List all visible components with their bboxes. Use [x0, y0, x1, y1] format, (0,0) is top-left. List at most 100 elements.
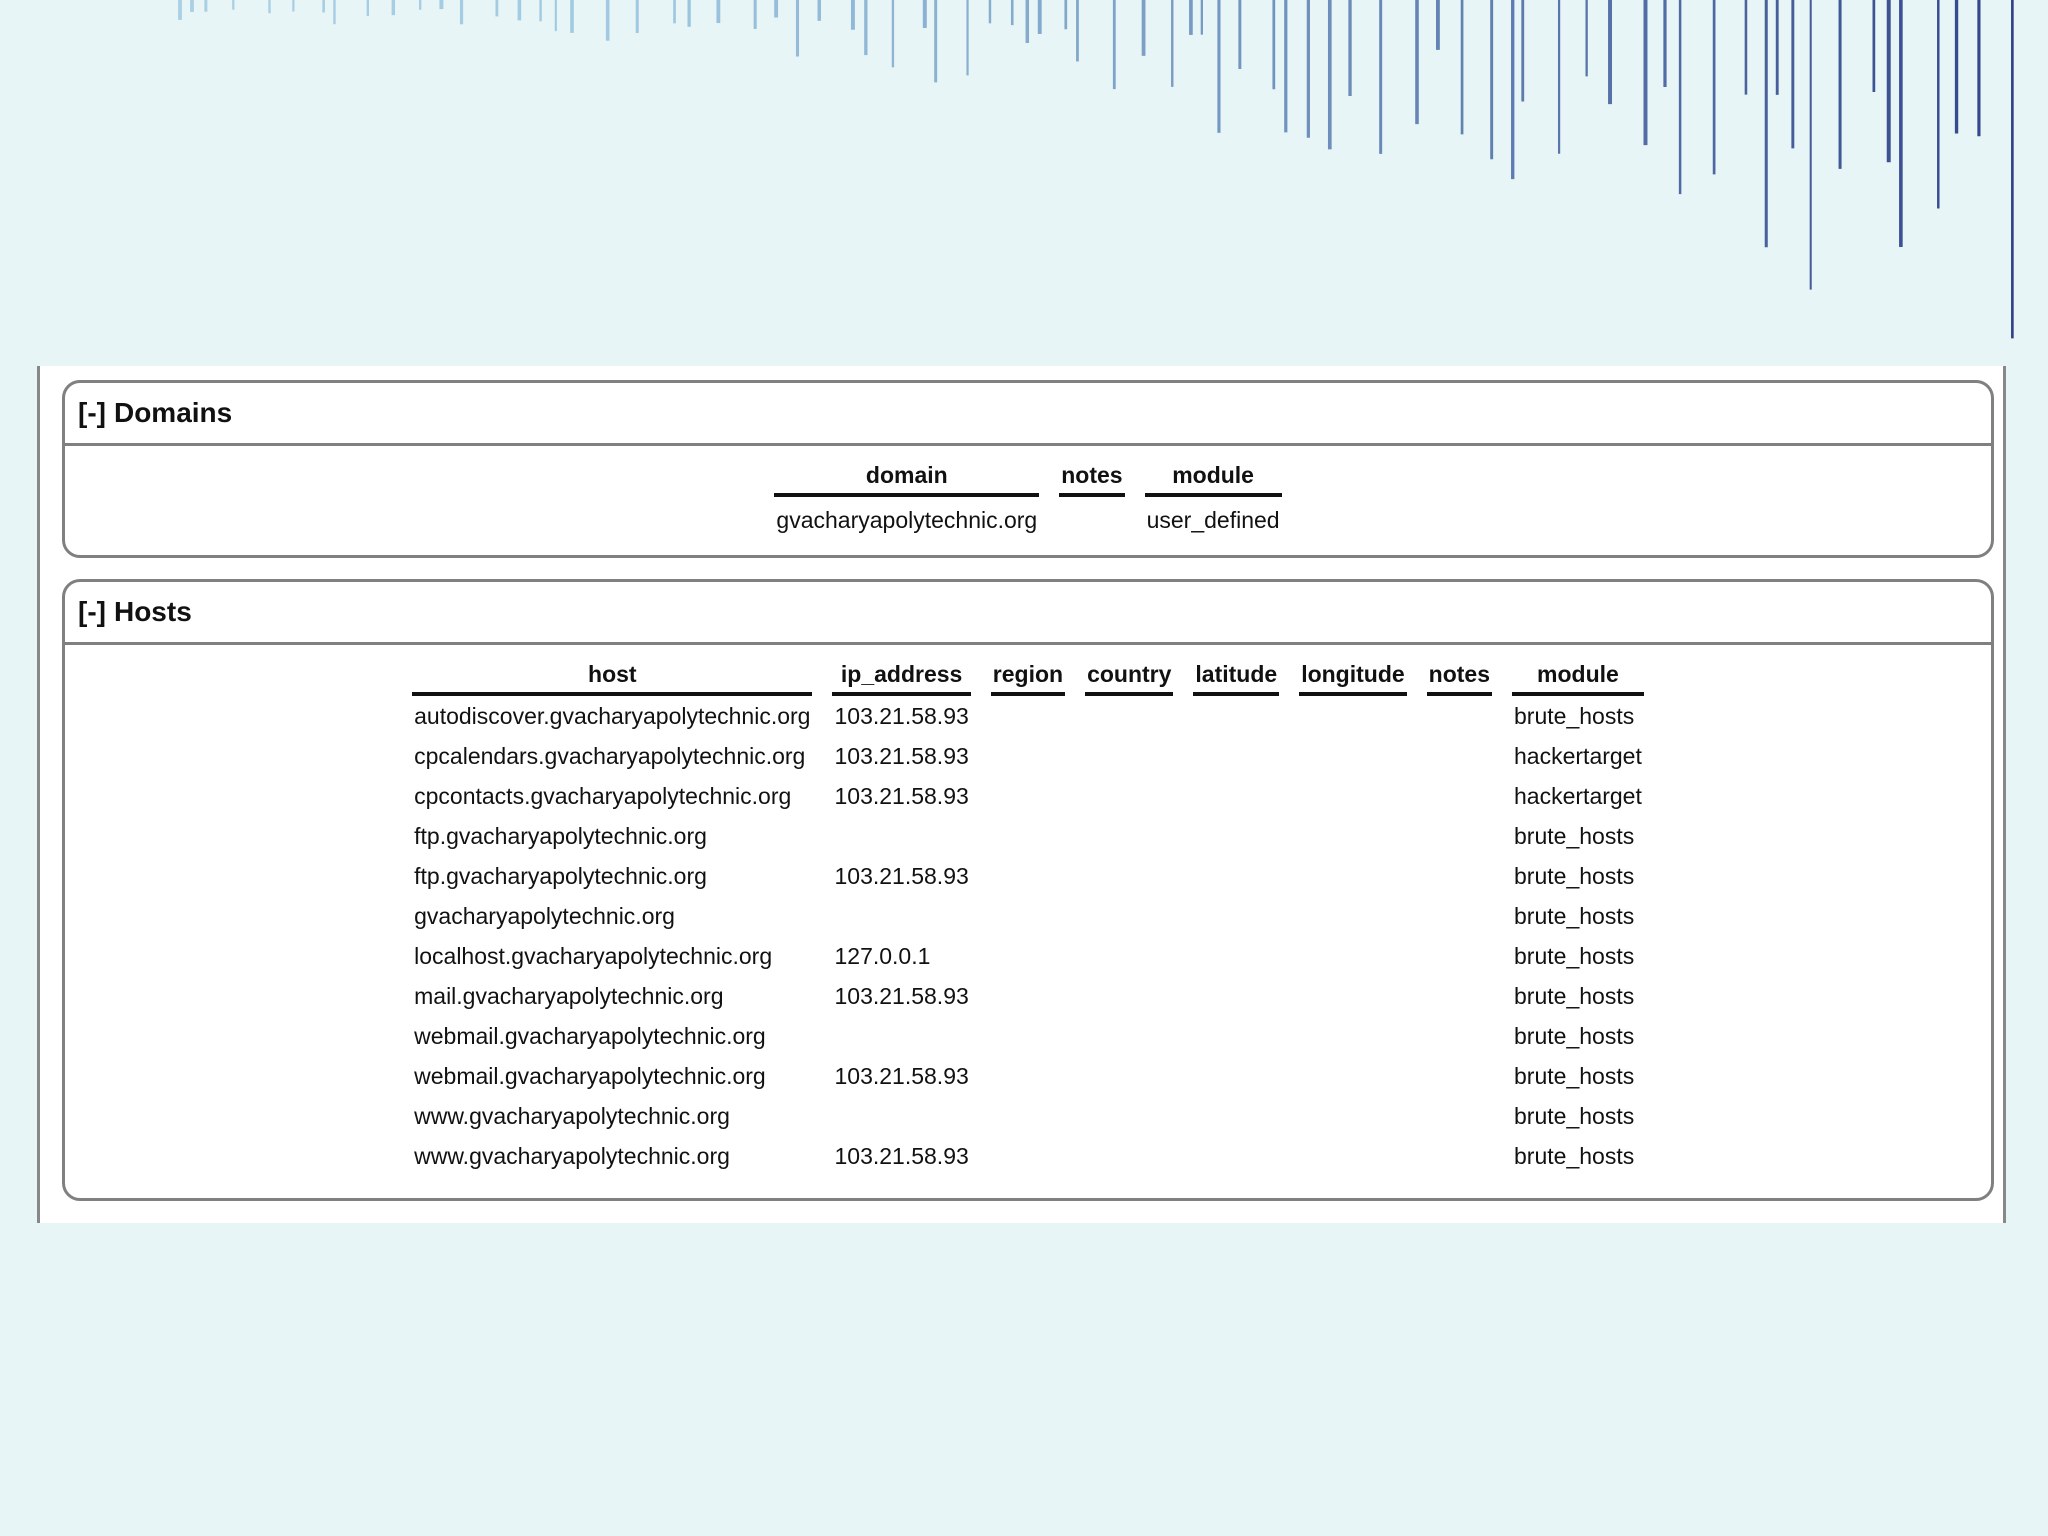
hosts-toggle-button[interactable]: [-] — [78, 596, 106, 628]
report-container: [-] Domains domain notes module gvachary… — [37, 366, 2006, 1223]
latitude-cell — [1193, 776, 1279, 816]
hosts-body: host ip_address region country latitude … — [65, 645, 1991, 1176]
table-header-row: domain notes module — [774, 460, 1282, 497]
country-cell — [1085, 976, 1173, 1016]
longitude-cell — [1299, 1136, 1406, 1176]
host-cell: autodiscover.gvacharyapolytechnic.org — [414, 702, 811, 729]
region-cell — [991, 1136, 1065, 1176]
column-header-country: country — [1085, 659, 1174, 696]
module-cell: brute_hosts — [1514, 702, 1635, 729]
column-header-host: host — [412, 659, 813, 696]
region-cell — [991, 976, 1065, 1016]
module-cell: brute_hosts — [1514, 862, 1635, 889]
table-row: ftp.gvacharyapolytechnic.org 103.21.58.93… — [412, 856, 1644, 896]
latitude-cell — [1193, 856, 1279, 896]
notes-cell — [1427, 976, 1492, 1016]
module-cell: brute_hosts — [1514, 942, 1635, 969]
longitude-cell — [1299, 976, 1406, 1016]
notes-cell — [1427, 696, 1492, 736]
hosts-title: Hosts — [113, 596, 192, 627]
country-cell — [1085, 896, 1173, 936]
domains-header: [-] Domains — [65, 383, 1991, 446]
module-cell: brute_hosts — [1514, 1022, 1635, 1049]
ip-address-cell: 103.21.58.93 — [834, 782, 969, 809]
notes-cell — [1427, 776, 1492, 816]
longitude-cell — [1299, 936, 1406, 976]
region-cell — [991, 1016, 1065, 1056]
ip-address-cell: 127.0.0.1 — [834, 942, 931, 969]
domains-toggle-button[interactable]: [-] — [78, 397, 106, 429]
module-cell: brute_hosts — [1514, 1062, 1635, 1089]
country-cell — [1085, 856, 1173, 896]
module-cell: brute_hosts — [1514, 822, 1635, 849]
longitude-cell — [1299, 736, 1406, 776]
region-cell — [991, 776, 1065, 816]
table-row: gvacharyapolytechnic.org user_defined — [774, 497, 1281, 543]
notes-cell — [1427, 1016, 1492, 1056]
longitude-cell — [1299, 1056, 1406, 1096]
table-row: www.gvacharyapolytechnic.org brute_hosts — [412, 1096, 1644, 1136]
table-row: webmail.gvacharyapolytechnic.org 103.21.5… — [412, 1056, 1644, 1096]
host-cell: webmail.gvacharyapolytechnic.org — [414, 1062, 766, 1089]
notes-cell — [1427, 736, 1492, 776]
ip-address-cell: 103.21.58.93 — [834, 742, 969, 769]
module-cell: hackertarget — [1514, 742, 1642, 769]
longitude-cell — [1299, 896, 1406, 936]
region-cell — [991, 696, 1065, 736]
country-cell — [1085, 936, 1173, 976]
domains-title: Domains — [113, 397, 233, 428]
longitude-cell — [1299, 856, 1406, 896]
notes-cell — [1427, 896, 1492, 936]
ip-address-cell — [832, 1096, 970, 1136]
region-cell — [991, 736, 1065, 776]
longitude-cell — [1299, 816, 1406, 856]
ip-address-cell — [832, 816, 970, 856]
module-cell: brute_hosts — [1514, 1102, 1635, 1129]
ip-address-cell: 103.21.58.93 — [834, 1142, 969, 1169]
column-header-notes: notes — [1426, 659, 1493, 696]
host-cell: www.gvacharyapolytechnic.org — [414, 1142, 730, 1169]
host-cell: cpcontacts.gvacharyapolytechnic.org — [414, 782, 792, 809]
country-cell — [1085, 696, 1173, 736]
region-cell — [991, 1096, 1065, 1136]
latitude-cell — [1193, 976, 1279, 1016]
column-header-longitude: longitude — [1299, 659, 1407, 696]
longitude-cell — [1299, 696, 1406, 736]
ip-address-cell: 103.21.58.93 — [834, 1062, 969, 1089]
longitude-cell — [1299, 1016, 1406, 1056]
ip-address-cell: 103.21.58.93 — [834, 862, 969, 889]
module-cell: brute_hosts — [1514, 1142, 1635, 1169]
region-cell — [991, 856, 1065, 896]
host-cell: cpcalendars.gvacharyapolytechnic.org — [414, 742, 806, 769]
host-cell: localhost.gvacharyapolytechnic.org — [414, 942, 773, 969]
column-header-latitude: latitude — [1193, 659, 1280, 696]
domain-cell: gvacharyapolytechnic.org — [776, 506, 1038, 533]
hosts-table: host ip_address region country latitude … — [392, 659, 1664, 1176]
notes-cell — [1427, 1096, 1492, 1136]
latitude-cell — [1193, 1096, 1279, 1136]
host-cell: ftp.gvacharyapolytechnic.org — [414, 822, 707, 849]
column-header-domain: domain — [774, 460, 1040, 497]
country-cell — [1085, 1136, 1173, 1176]
column-header-module: module — [1144, 460, 1282, 497]
notes-cell — [1427, 1136, 1492, 1176]
module-cell: user_defined — [1146, 506, 1280, 533]
latitude-cell — [1193, 696, 1279, 736]
region-cell — [991, 816, 1065, 856]
country-cell — [1085, 1016, 1173, 1056]
table-row: cpcontacts.gvacharyapolytechnic.org 103.2… — [412, 776, 1644, 816]
table-row: mail.gvacharyapolytechnic.org 103.21.58.9… — [412, 976, 1644, 1016]
country-cell — [1085, 776, 1173, 816]
module-cell: brute_hosts — [1514, 902, 1635, 929]
table-row: ftp.gvacharyapolytechnic.org brute_hosts — [412, 816, 1644, 856]
country-cell — [1085, 736, 1173, 776]
ip-address-cell: 103.21.58.93 — [834, 982, 969, 1009]
region-cell — [991, 1056, 1065, 1096]
ip-address-cell — [832, 896, 970, 936]
notes-cell — [1427, 936, 1492, 976]
table-row: cpcalendars.gvacharyapolytechnic.org 103.… — [412, 736, 1644, 776]
module-cell: hackertarget — [1514, 782, 1642, 809]
domains-section: [-] Domains domain notes module gvachary… — [62, 380, 1994, 558]
country-cell — [1085, 1096, 1173, 1136]
column-header-notes: notes — [1059, 460, 1125, 497]
